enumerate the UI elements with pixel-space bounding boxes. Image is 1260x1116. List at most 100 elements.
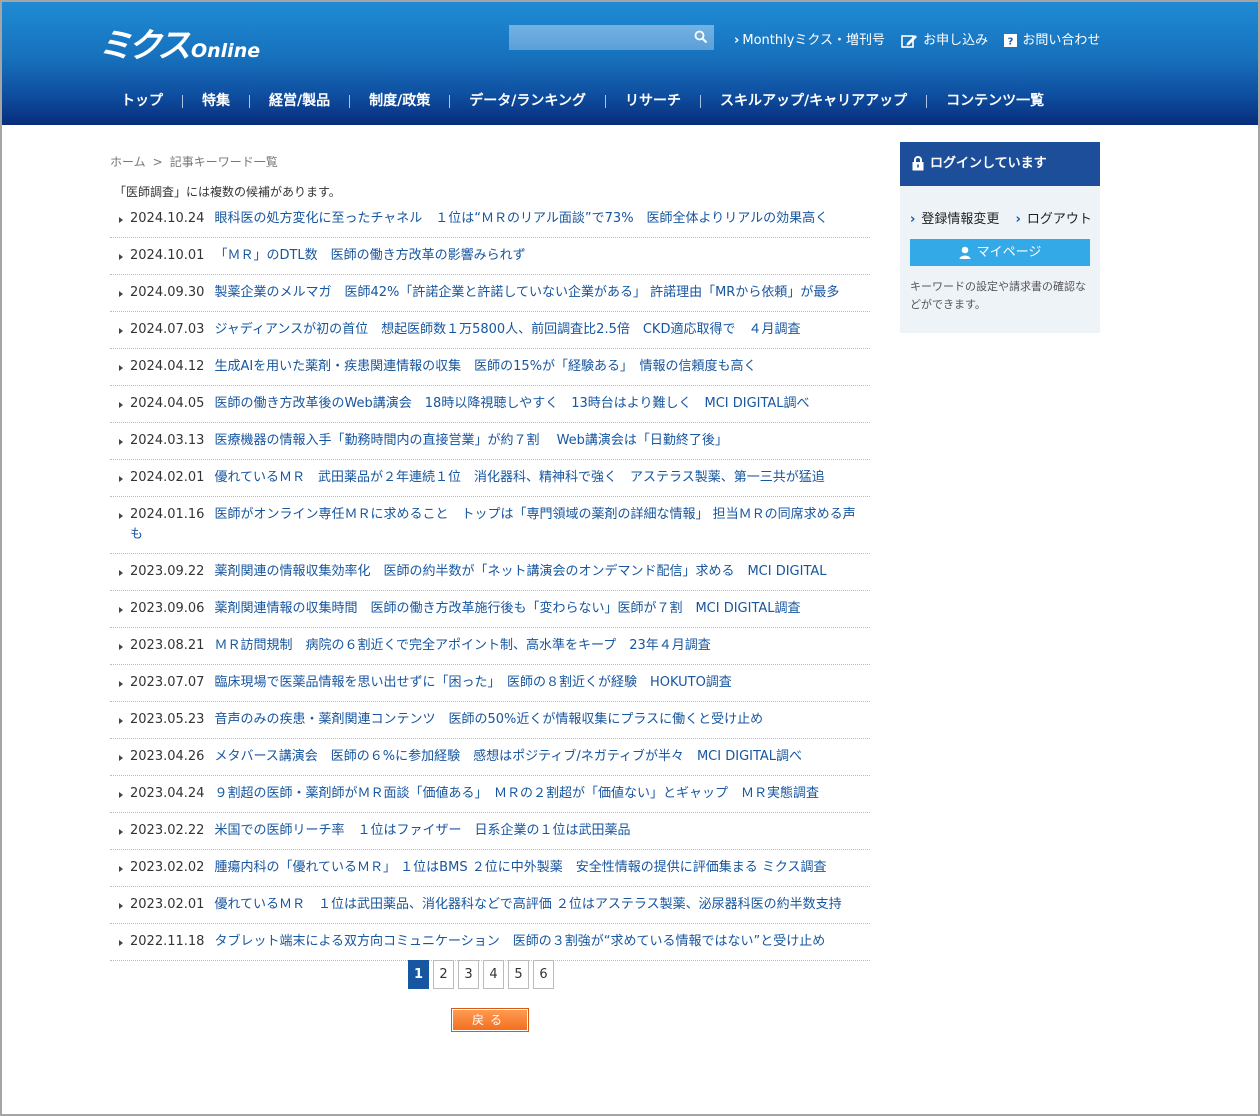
article-date: 2024.04.05 <box>130 396 205 411</box>
article-title-link[interactable]: ９割超の医師・薬剤師がＭＲ面談「価値ある」 ＭＲの２割超が「価値ない」とギャップ… <box>214 786 819 801</box>
breadcrumb-separator: > <box>152 155 163 169</box>
logout-label: ログアウト <box>1026 212 1092 227</box>
search-input[interactable] <box>509 25 696 50</box>
bullet-arrow-icon <box>119 829 123 835</box>
article-title-link[interactable]: 優れているＭＲ １位は武田薬品、消化器科などで高評価 ２位はアステラス製薬、泌尿… <box>214 897 841 912</box>
bullet-arrow-icon <box>119 866 123 872</box>
bullet-arrow-icon <box>119 254 123 260</box>
apply-link[interactable]: お申し込み <box>901 29 988 48</box>
mypage-label: マイページ <box>976 245 1042 260</box>
page-link[interactable]: 6 <box>533 960 554 989</box>
article-title-link[interactable]: 医師がオンライン専任ＭＲに求めること トップは「専門領域の薬剤の詳細な情報」 担… <box>130 507 856 542</box>
article-title-link[interactable]: 優れているＭＲ 武田薬品が２年連続１位 消化器科、精神科で強く アステラス製薬、… <box>214 470 824 485</box>
article-date: 2024.07.03 <box>130 322 205 337</box>
article-item[interactable]: 2024.01.16 医師がオンライン専任ＭＲに求めること トップは「専門領域の薬… <box>110 497 870 554</box>
logout-link[interactable]: › ログアウト <box>1016 212 1098 227</box>
nav-item-research[interactable]: リサーチ <box>606 90 700 110</box>
article-title-link[interactable]: 医療機器の情報入手「勤務時間内の直接営業」が約７割 Web講演会は「日勤終了後」 <box>214 433 727 448</box>
article-item[interactable]: 2023.04.26 メタバース講演会 医師の６%に参加経験 感想はポジティブ/ネ… <box>110 739 870 776</box>
article-title-link[interactable]: 医師の働き方改革後のWeb講演会 18時以降視聴しやすく 13時台はより難しく … <box>214 396 809 411</box>
article-title-link[interactable]: 臨床現場で医薬品情報を思い出せずに「困った」 医師の８割近くが経験 HOKUTO… <box>214 675 731 690</box>
bullet-arrow-icon <box>119 644 123 650</box>
article-item[interactable]: 2023.09.06 薬剤関連情報の収集時間 医師の働き方改革施行後も「変わらない… <box>110 591 870 628</box>
article-item[interactable]: 2024.10.01 「ＭＲ」のDTL数 医師の働き方改革の影響みられず <box>110 238 870 275</box>
account-links: › 登録情報変更 › ログアウト <box>900 186 1100 227</box>
monthly-link-label: Monthlyミクス・増刊号 <box>742 33 886 48</box>
login-header-label: ログインしています <box>930 156 1047 171</box>
article-title-link[interactable]: 米国での医師リーチ率 １位はファイザー 日系企業の１位は武田薬品 <box>214 823 630 838</box>
back-button[interactable]: 戻る <box>451 1008 529 1032</box>
chevron-right-icon: › <box>734 33 740 48</box>
apply-link-label: お申し込み <box>923 33 989 48</box>
article-date: 2024.02.01 <box>130 470 205 485</box>
mypage-button[interactable]: マイページ <box>910 239 1090 266</box>
article-title-link[interactable]: 生成AIを用いた薬剤・疾患関連情報の収集 医師の15%が「経験ある」 情報の信頼… <box>214 359 756 374</box>
breadcrumb: ホーム > 記事キーワード一覧 <box>110 153 278 170</box>
article-item[interactable]: 2023.08.21 ＭＲ訪問規制 病院の６割近くで完全アポイント制、高水準をキー… <box>110 628 870 665</box>
nav-item-data[interactable]: データ/ランキング <box>450 90 605 110</box>
article-item[interactable]: 2024.04.12 生成AIを用いた薬剤・疾患関連情報の収集 医師の15%が「経… <box>110 349 870 386</box>
article-item[interactable]: 2024.03.13 医療機器の情報入手「勤務時間内の直接営業」が約７割 Web講… <box>110 423 870 460</box>
article-item[interactable]: 2022.11.18 タブレット端末による双方向コミュニケーション 医師の３割強が… <box>110 924 870 961</box>
article-item[interactable]: 2023.02.01 優れているＭＲ １位は武田薬品、消化器科などで高評価 ２位は… <box>110 887 870 924</box>
article-item[interactable]: 2023.02.02 腫瘍内科の「優れているＭＲ」 １位はBMS ２位に中外製薬 … <box>110 850 870 887</box>
article-title-link[interactable]: 薬剤関連の情報収集効率化 医師の約半数が「ネット講演会のオンデマンド配信」求める… <box>214 564 826 579</box>
article-date: 2024.01.16 <box>130 507 205 522</box>
article-title-link[interactable]: ＭＲ訪問規制 病院の６割近くで完全アポイント制、高水準をキープ 23年４月調査 <box>214 638 710 653</box>
article-date: 2023.05.23 <box>130 712 205 727</box>
monthly-link[interactable]: › Monthlyミクス・増刊号 <box>734 29 885 48</box>
bullet-arrow-icon <box>119 792 123 798</box>
nav-item-top[interactable]: トップ <box>102 90 182 110</box>
nav-item-policy[interactable]: 制度/政策 <box>350 90 449 110</box>
bullet-arrow-icon <box>119 291 123 297</box>
article-title-link[interactable]: メタバース講演会 医師の６%に参加経験 感想はポジティブ/ネガティブが半々 MC… <box>214 749 802 764</box>
page-link[interactable]: 5 <box>508 960 529 989</box>
article-title-link[interactable]: 製薬企業のメルマガ 医師42%「許諾企業と許諾していない企業がある」 許諾理由「… <box>214 285 839 300</box>
search-icon[interactable] <box>694 30 708 44</box>
article-item[interactable]: 2023.02.22 米国での医師リーチ率 １位はファイザー 日系企業の１位は武田… <box>110 813 870 850</box>
edit-icon <box>901 35 918 48</box>
site-logo[interactable]: ミクス Online <box>98 18 260 67</box>
article-item[interactable]: 2024.07.03 ジャディアンスが初の首位 想起医師数１万5800人、前回調査… <box>110 312 870 349</box>
svg-text:?: ? <box>1008 37 1014 48</box>
article-title-link[interactable]: タブレット端末による双方向コミュニケーション 医師の３割強が“求めている情報では… <box>214 934 825 949</box>
article-item[interactable]: 2024.04.05 医師の働き方改革後のWeb講演会 18時以降視聴しやすく 1… <box>110 386 870 423</box>
article-item[interactable]: 2023.07.07 臨床現場で医薬品情報を思い出せずに「困った」 医師の８割近く… <box>110 665 870 702</box>
article-title-link[interactable]: 眼科医の処方変化に至ったチャネル １位は“ＭＲのリアル面談”で73% 医師全体よ… <box>214 211 828 226</box>
article-item[interactable]: 2023.04.24 ９割超の医師・薬剤師がＭＲ面談「価値ある」 ＭＲの２割超が「… <box>110 776 870 813</box>
nav-item-feature[interactable]: 特集 <box>183 90 249 110</box>
article-title-link[interactable]: 薬剤関連情報の収集時間 医師の働き方改革施行後も「変わらない」医師が７割 MCI… <box>214 601 800 616</box>
register-info-link[interactable]: › 登録情報変更 <box>910 212 1005 227</box>
nav-item-management[interactable]: 経営/製品 <box>250 90 349 110</box>
mypage-description: キーワードの設定や請求書の確認などができます。 <box>910 280 1086 311</box>
nav-item-contents[interactable]: コンテンツ一覧 <box>927 90 1063 110</box>
article-title-link[interactable]: 腫瘍内科の「優れているＭＲ」 １位はBMS ２位に中外製薬 安全性情報の提供に評… <box>214 860 826 875</box>
login-sidebar: ログインしています › 登録情報変更 › ログアウト マイページ キーワードの設定や… <box>900 142 1100 333</box>
breadcrumb-current: 記事キーワード一覧 <box>169 155 278 169</box>
logo-main: ミクス <box>98 26 191 66</box>
article-item[interactable]: 2023.05.23 音声のみの疾患・薬剤関連コンテンツ 医師の50%近くが情報収… <box>110 702 870 739</box>
contact-link[interactable]: ? お問い合わせ <box>1004 29 1100 48</box>
article-title-link[interactable]: ジャディアンスが初の首位 想起医師数１万5800人、前回調査比2.5倍 CKD適… <box>214 322 800 337</box>
article-item[interactable]: 2024.09.30 製薬企業のメルマガ 医師42%「許諾企業と許諾していない企業… <box>110 275 870 312</box>
register-info-label: 登録情報変更 <box>921 212 1000 227</box>
bullet-arrow-icon <box>119 755 123 761</box>
bullet-arrow-icon <box>119 365 123 371</box>
breadcrumb-home[interactable]: ホーム <box>110 155 146 169</box>
page-link[interactable]: 3 <box>458 960 479 989</box>
nav-item-career[interactable]: スキルアップ/キャリアアップ <box>701 90 926 110</box>
chevron-right-icon: › <box>910 212 916 227</box>
bullet-arrow-icon <box>119 513 123 519</box>
article-title-link[interactable]: 音声のみの疾患・薬剤関連コンテンツ 医師の50%近くが情報収集にプラスに働くと受… <box>214 712 763 727</box>
lock-icon <box>912 156 924 171</box>
page-link[interactable]: 1 <box>408 960 429 989</box>
login-header: ログインしています <box>900 142 1100 186</box>
article-date: 2023.07.07 <box>130 675 205 690</box>
article-title-link[interactable]: 「ＭＲ」のDTL数 医師の働き方改革の影響みられず <box>214 248 525 263</box>
article-item[interactable]: 2024.10.24 眼科医の処方変化に至ったチャネル １位は“ＭＲのリアル面談”… <box>110 201 870 238</box>
article-item[interactable]: 2023.09.22 薬剤関連の情報収集効率化 医師の約半数が「ネット講演会のオン… <box>110 554 870 591</box>
article-date: 2024.09.30 <box>130 285 205 300</box>
page-link[interactable]: 2 <box>433 960 454 989</box>
article-item[interactable]: 2024.02.01 優れているＭＲ 武田薬品が２年連続１位 消化器科、精神科で強… <box>110 460 870 497</box>
page-link[interactable]: 4 <box>483 960 504 989</box>
